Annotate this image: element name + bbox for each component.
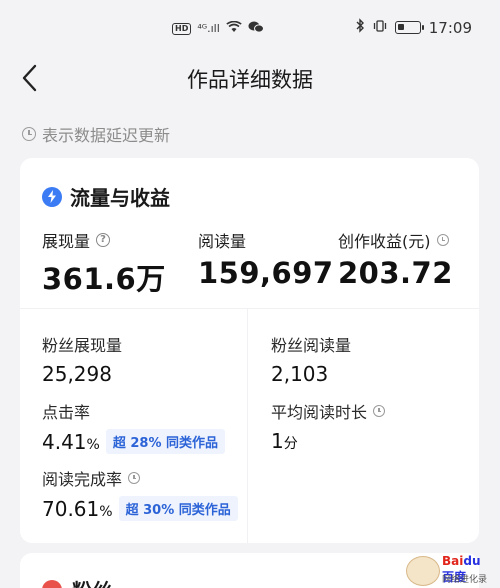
impressions-value: 361.6万 — [42, 262, 166, 296]
completion-badge-suffix: 同类作品 — [174, 503, 231, 518]
ctr-label-row: 点击率 — [42, 399, 225, 423]
revenue-label-row: 创作收益(元) — [338, 228, 453, 252]
divider — [20, 308, 479, 309]
fan-impressions-label-row: 粉丝展现量 — [42, 332, 122, 356]
completion-rate-unit: % — [99, 503, 113, 520]
status-time: 17:09 — [428, 18, 472, 37]
card-header: 流量与收益 — [42, 182, 170, 211]
ctr-label: 点击率 — [42, 403, 91, 422]
fan-reads-value: 2,103 — [271, 362, 329, 386]
ctr-value-row: 4.41% 超 28% 同类作品 — [42, 429, 226, 454]
traffic-revenue-card: 流量与收益 展现量 ? 361.6万 阅读量 159,697 创作收益(元) 2… — [20, 158, 479, 543]
fans-card-title: 粉丝 — [72, 575, 112, 588]
reads-value: 159,697 — [198, 256, 334, 290]
completion-rate-label: 阅读完成率 — [42, 470, 123, 489]
ctr-badge-pct: 28% — [130, 436, 162, 451]
fan-impressions-value: 25,298 — [42, 362, 112, 386]
ctr-metric[interactable]: 点击率 4.41% 超 28% 同类作品 — [42, 399, 226, 454]
fan-impressions-label: 粉丝展现量 — [42, 336, 123, 355]
help-icon[interactable]: ? — [96, 233, 111, 247]
delay-clock-icon — [373, 405, 386, 417]
signal-icon: ⁴ᴳ.ıll — [197, 22, 220, 35]
top-nav: 作品详细数据 — [0, 56, 500, 100]
completion-badge-prefix: 超 — [125, 503, 144, 518]
delay-notice-text: 表示数据延迟更新 — [42, 126, 171, 145]
watermark-sub: 网络进化录 — [442, 575, 488, 585]
fan-impressions-metric[interactable]: 粉丝展现量 25,298 — [42, 332, 122, 386]
mascot-icon — [406, 556, 440, 586]
impressions-label: 展现量 — [42, 232, 91, 251]
revenue-metric[interactable]: 创作收益(元) 203.72 — [338, 228, 453, 290]
lightning-icon — [42, 186, 62, 207]
vibrate-icon — [373, 19, 387, 37]
fan-impressions-value-row: 25,298 — [42, 362, 122, 386]
avg-read-time-label-row: 平均阅读时长 — [271, 399, 386, 423]
status-bar: HD ⁴ᴳ.ıll 17:09 — [0, 0, 500, 56]
status-right-group: 17:09 — [355, 18, 472, 37]
watermark-brand-bai: Bai — [442, 554, 464, 568]
impressions-metric[interactable]: 展现量 ? 361.6万 — [42, 228, 166, 298]
completion-compare-badge: 超 30% 同类作品 — [118, 496, 238, 521]
ctr-badge-suffix: 同类作品 — [161, 436, 219, 451]
status-network-group: HD ⁴ᴳ.ıll — [172, 20, 264, 37]
wifi-icon — [226, 20, 242, 36]
completion-rate-value-group: 70.61% — [42, 497, 113, 521]
card-title: 流量与收益 — [70, 186, 170, 210]
fan-reads-label-row: 粉丝阅读量 — [271, 332, 351, 356]
bluetooth-icon — [355, 18, 365, 37]
battery-icon — [394, 21, 424, 34]
avg-read-time-value-group: 1分 — [271, 429, 298, 453]
divider-vertical — [247, 308, 248, 543]
fan-reads-metric[interactable]: 粉丝阅读量 2,103 — [271, 332, 351, 386]
wechat-icon — [248, 20, 264, 37]
avg-read-time-value-row: 1分 — [271, 429, 385, 453]
avg-read-time-value: 1 — [271, 429, 284, 453]
ctr-value: 4.41 — [42, 429, 87, 454]
revenue-label: 创作收益(元) — [338, 232, 431, 251]
delay-clock-icon — [128, 472, 141, 484]
reads-label-row: 阅读量 — [198, 228, 334, 252]
clock-icon — [22, 127, 36, 141]
completion-rate-value: 70.61 — [42, 496, 100, 521]
fans-icon — [42, 580, 62, 588]
completion-badge-pct: 30% — [143, 503, 175, 518]
avg-read-time-label: 平均阅读时长 — [271, 403, 368, 422]
ctr-compare-badge: 超 28% 同类作品 — [105, 429, 226, 454]
reads-metric[interactable]: 阅读量 159,697 — [198, 228, 334, 290]
avg-read-time-unit: 分 — [283, 436, 298, 452]
hd-icon: HD — [172, 22, 192, 35]
completion-rate-value-row: 70.61% 超 30% 同类作品 — [42, 496, 238, 521]
fan-reads-value-row: 2,103 — [271, 362, 351, 386]
watermark: Baidu百度 网络进化录 — [406, 552, 490, 588]
ctr-value-group: 4.41% — [42, 430, 100, 454]
completion-rate-label-row: 阅读完成率 — [42, 466, 238, 490]
page-title: 作品详细数据 — [187, 68, 313, 92]
revenue-value: 203.72 — [338, 256, 453, 290]
avg-read-time-metric[interactable]: 平均阅读时长 1分 — [271, 399, 386, 453]
ctr-unit: % — [86, 436, 100, 453]
impressions-label-row: 展现量 ? — [42, 228, 166, 252]
delay-notice: 表示数据延迟更新 — [22, 122, 170, 146]
completion-rate-metric[interactable]: 阅读完成率 70.61% 超 30% 同类作品 — [42, 466, 238, 521]
ctr-badge-prefix: 超 — [112, 436, 131, 451]
reads-label: 阅读量 — [198, 232, 247, 251]
delay-clock-icon — [436, 234, 449, 246]
fan-reads-label: 粉丝阅读量 — [271, 336, 352, 355]
